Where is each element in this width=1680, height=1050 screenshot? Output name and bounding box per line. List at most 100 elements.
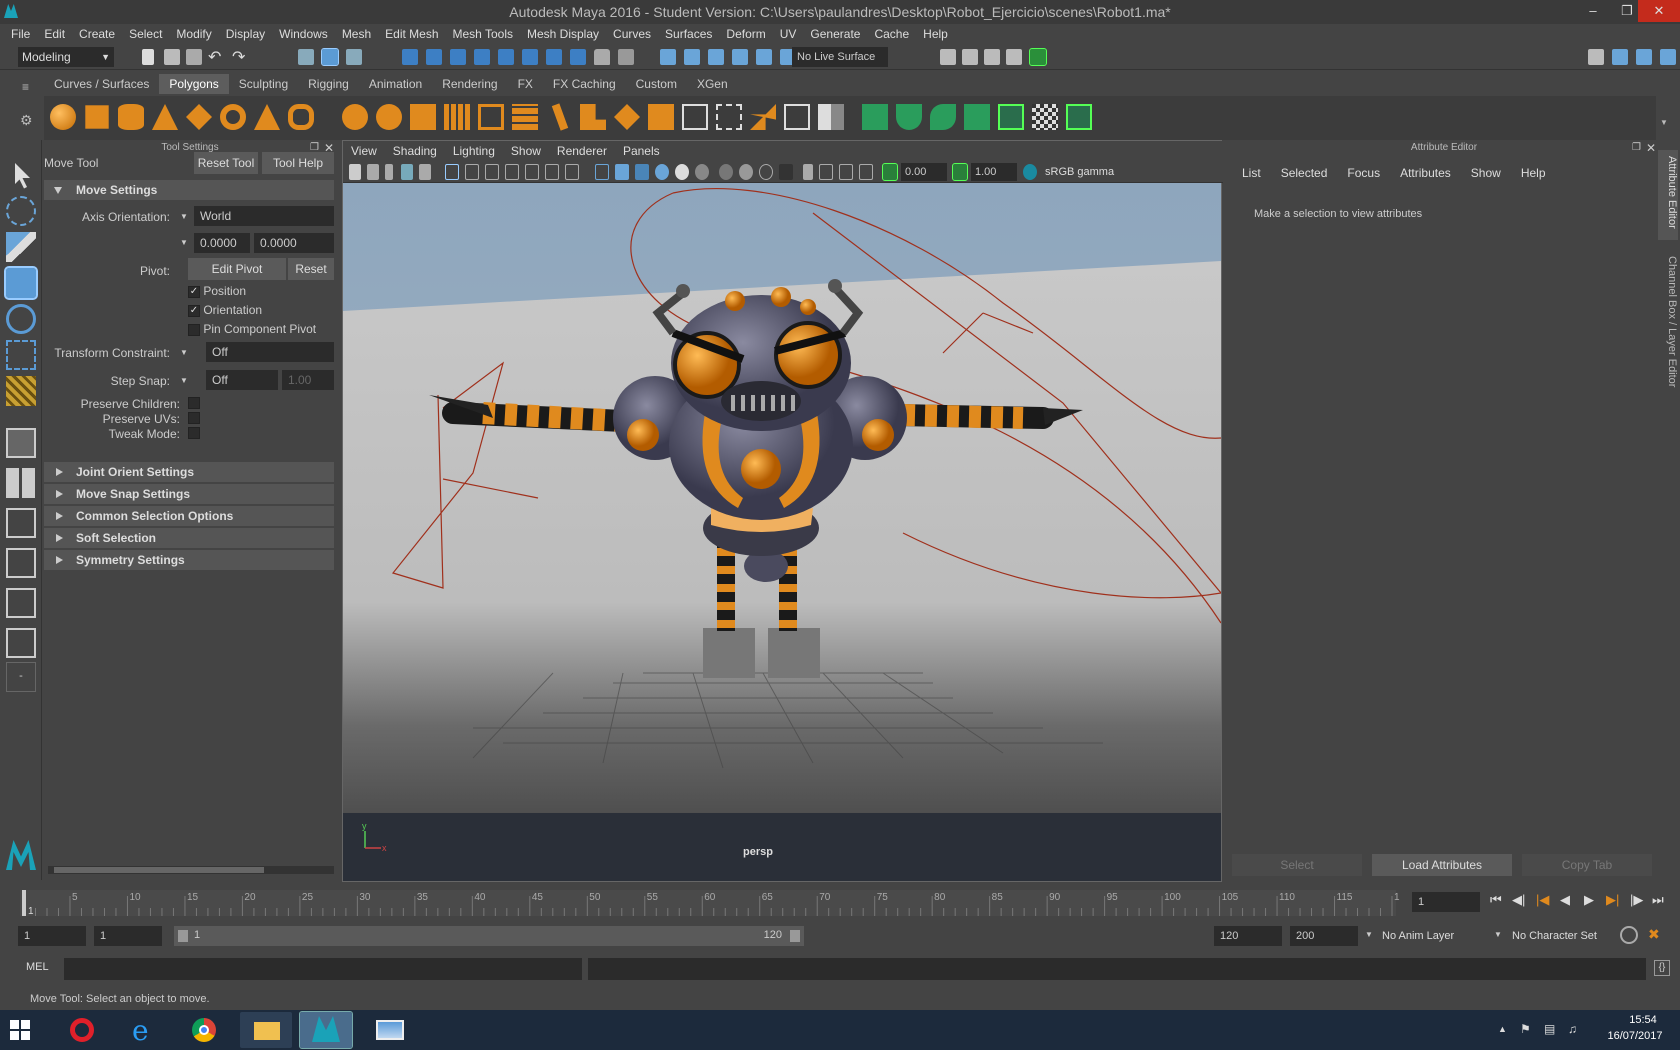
shadows-icon[interactable]: [695, 164, 709, 180]
grease-pencil-icon[interactable]: [419, 164, 431, 180]
select-tool-icon[interactable]: [15, 163, 30, 189]
chevron-down-icon[interactable]: ▼: [1365, 930, 1373, 939]
open-scene-icon[interactable]: [164, 49, 180, 65]
menu-edit-mesh[interactable]: Edit Mesh: [378, 27, 445, 41]
snap-view-plane-icon[interactable]: [474, 49, 490, 65]
pin-component-pivot-checkbox[interactable]: Pin Component Pivot: [188, 322, 316, 336]
load-attributes-button[interactable]: Load Attributes: [1372, 854, 1512, 876]
workspace-icon[interactable]: [1588, 49, 1604, 65]
play-forwards-icon[interactable]: ▶: [1584, 892, 1594, 908]
chevron-down-icon[interactable]: ▼: [180, 212, 188, 221]
viewport-menu-view[interactable]: View: [343, 144, 385, 158]
select-component-icon[interactable]: [346, 49, 362, 65]
attr-menu-selected[interactable]: Selected: [1271, 166, 1338, 180]
menu-mesh-tools[interactable]: Mesh Tools: [446, 27, 520, 41]
motion-blur-icon[interactable]: [739, 164, 753, 180]
viewport-menu-show[interactable]: Show: [503, 144, 549, 158]
outliner-persp-layout-icon[interactable]: [6, 628, 36, 658]
select-hierarchy-icon[interactable]: [298, 49, 314, 65]
gate-mask-icon[interactable]: [505, 164, 519, 180]
safe-title-icon[interactable]: [565, 164, 579, 180]
attr-menu-list[interactable]: List: [1232, 166, 1271, 180]
attr-menu-attributes[interactable]: Attributes: [1390, 166, 1461, 180]
character-set-dropdown[interactable]: No Character Set: [1512, 930, 1597, 942]
maya-home-icon[interactable]: [6, 840, 36, 870]
attr-menu-focus[interactable]: Focus: [1337, 166, 1390, 180]
menu-modify[interactable]: Modify: [169, 27, 218, 41]
poly-cube-icon[interactable]: [85, 105, 109, 129]
extract-icon[interactable]: [410, 104, 436, 130]
step-forward-key-icon[interactable]: ▶|: [1606, 892, 1619, 908]
xray-components-icon[interactable]: [859, 164, 873, 180]
depth-of-field-icon[interactable]: [779, 164, 793, 180]
menu-file[interactable]: File: [4, 27, 37, 41]
shelf-menu-icon[interactable]: ≡: [22, 80, 29, 94]
hypergraph-layout-icon[interactable]: [6, 588, 36, 618]
menu-surfaces[interactable]: Surfaces: [658, 27, 719, 41]
chrome-icon[interactable]: [178, 1012, 230, 1048]
shelf-tab-xgen[interactable]: XGen: [687, 74, 738, 94]
preserve-children-checkbox[interactable]: [188, 397, 200, 409]
step-snap-value-field[interactable]: 1.00: [282, 370, 334, 390]
outliner-layout-icon[interactable]: [6, 508, 36, 538]
time-slider-ruler[interactable]: 5 10 15 20 25 30 35 40 45 50 55 60 65 70 75 80 85 90 95 100…: [0, 884, 1400, 920]
uv-planar-icon[interactable]: [896, 104, 922, 130]
preserve-uvs-checkbox[interactable]: [188, 412, 200, 424]
multi-cut-icon[interactable]: [614, 104, 640, 130]
film-gate-icon[interactable]: [465, 164, 479, 180]
tweak-mode-checkbox[interactable]: [188, 427, 200, 439]
reset-pivot-button[interactable]: Reset: [288, 258, 334, 280]
menu-cache[interactable]: Cache: [867, 27, 916, 41]
attr-menu-help[interactable]: Help: [1511, 166, 1556, 180]
chevron-down-icon[interactable]: ▼: [180, 238, 188, 247]
step-back-key-icon[interactable]: |◀: [1536, 892, 1549, 908]
menu-create[interactable]: Create: [72, 27, 122, 41]
move-tool-icon[interactable]: [4, 266, 38, 300]
action-center-icon[interactable]: ⚑: [1520, 1022, 1531, 1036]
viewport-menu-renderer[interactable]: Renderer: [549, 144, 615, 158]
playback-end-field[interactable]: 120: [1214, 926, 1282, 946]
menu-help[interactable]: Help: [916, 27, 955, 41]
play-backwards-icon[interactable]: ◀: [1560, 892, 1570, 908]
menu-uv[interactable]: UV: [773, 27, 804, 41]
attr-menu-show[interactable]: Show: [1461, 166, 1511, 180]
axis-value-field-1[interactable]: 0.0000: [194, 233, 250, 253]
color-management-icon[interactable]: [1023, 164, 1037, 180]
smooth-icon[interactable]: [444, 104, 470, 130]
shelf-scroll-down-icon[interactable]: ▼: [1660, 118, 1668, 127]
channel-box-icon[interactable]: [1636, 49, 1652, 65]
grid-toggle-icon[interactable]: [445, 164, 459, 180]
shelf-tab-fx[interactable]: FX: [508, 74, 543, 94]
live-surface-field[interactable]: No Live Surface: [792, 47, 888, 67]
paint-select-tool-icon[interactable]: [6, 232, 36, 262]
float-panel-icon[interactable]: ❐: [1632, 142, 1641, 153]
modeling-toolkit-icon[interactable]: [1612, 49, 1628, 65]
wireframe-on-shaded-icon[interactable]: [635, 164, 649, 180]
move-settings-section[interactable]: Move Settings: [44, 180, 334, 200]
channel-box-side-tab[interactable]: Channel Box / Layer Editor: [1658, 252, 1678, 402]
scale-tool-icon[interactable]: [6, 340, 36, 370]
anim-layer-dropdown[interactable]: No Anim Layer: [1382, 930, 1454, 942]
menu-display[interactable]: Display: [219, 27, 272, 41]
axis-orientation-field[interactable]: World: [194, 206, 334, 226]
lock-icon[interactable]: [594, 49, 610, 65]
mel-label[interactable]: MEL: [26, 961, 49, 973]
menu-mesh[interactable]: Mesh: [335, 27, 378, 41]
flip-icon[interactable]: [818, 104, 844, 130]
orientation-checkbox[interactable]: ✓ Orientation: [188, 303, 262, 317]
bevel-icon[interactable]: [478, 104, 504, 130]
tool-settings-toggle-icon[interactable]: [1660, 49, 1676, 65]
rotate-tool-icon[interactable]: [6, 304, 36, 334]
bookmark-icon[interactable]: [385, 164, 393, 180]
snap-curve-icon[interactable]: [426, 49, 442, 65]
end-time-field[interactable]: 200: [1290, 926, 1358, 946]
menu-deform[interactable]: Deform: [719, 27, 772, 41]
shelf-tab-rendering[interactable]: Rendering: [432, 74, 507, 94]
insert-edge-loop-icon[interactable]: [716, 104, 742, 130]
camera-select-icon[interactable]: [349, 164, 361, 180]
range-bar[interactable]: 1 120: [174, 926, 804, 946]
range-handle-end[interactable]: [790, 930, 800, 942]
show-hidden-icons-icon[interactable]: ▲: [1498, 1024, 1507, 1034]
poly-cone-icon[interactable]: [152, 104, 178, 130]
maya-taskbar-icon[interactable]: [299, 1011, 353, 1049]
